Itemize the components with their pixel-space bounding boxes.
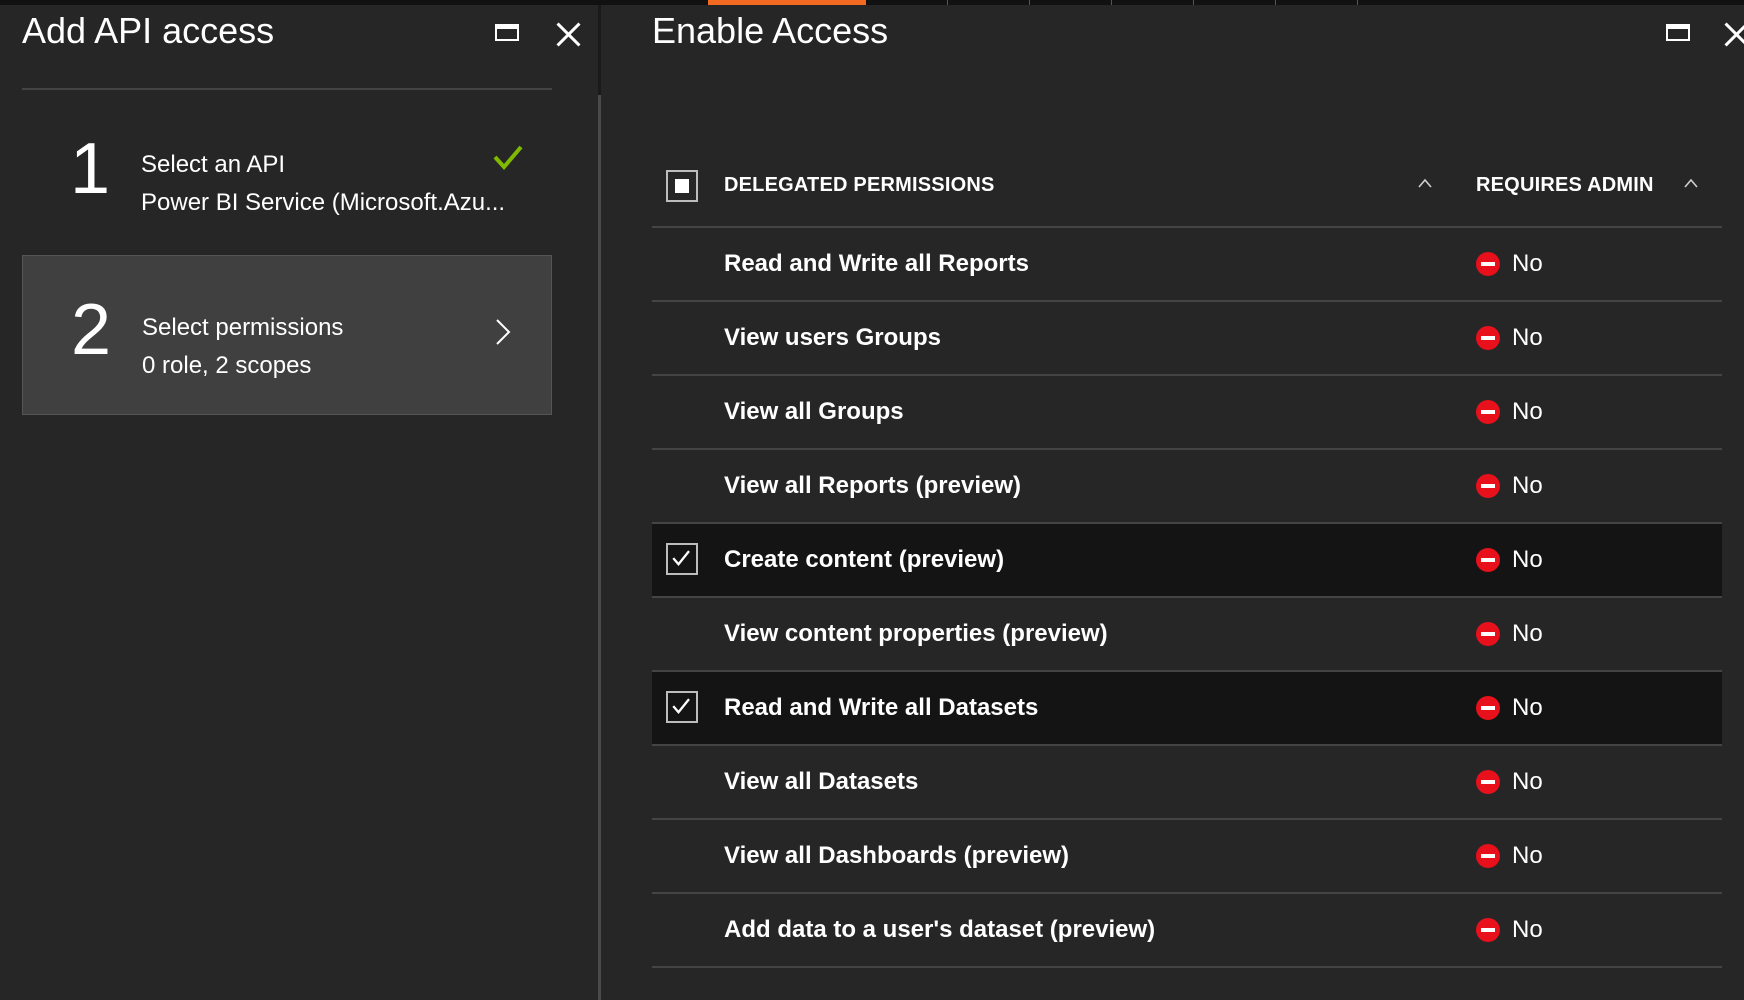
sort-ascending-icon[interactable] — [1684, 177, 1698, 191]
requires-admin-cell: No — [1476, 768, 1543, 796]
permission-label: Create content (preview) — [724, 546, 1005, 573]
column-header-permissions[interactable]: DELEGATED PERMISSIONS — [724, 174, 995, 197]
maximize-icon[interactable] — [495, 24, 519, 41]
blocked-icon — [1476, 770, 1500, 794]
step-select-api[interactable]: 1 Select an API Power BI Service (Micros… — [22, 95, 552, 255]
step-select-permissions[interactable]: 2 Select permissions 0 role, 2 scopes — [22, 255, 552, 415]
step-number: 1 — [70, 129, 111, 209]
requires-admin-cell: No — [1476, 916, 1543, 944]
close-icon[interactable] — [554, 20, 582, 48]
requires-admin-cell: No — [1476, 546, 1543, 574]
table-row[interactable]: View all Dashboards (preview) No — [652, 820, 1722, 894]
requires-admin-value: No — [1512, 694, 1543, 721]
requires-admin-value: No — [1512, 620, 1543, 647]
table-row[interactable]: View all Datasets No — [652, 746, 1722, 820]
sort-ascending-icon[interactable] — [1418, 177, 1432, 191]
requires-admin-cell: No — [1476, 250, 1543, 278]
permission-label: Read and Write all Datasets — [724, 694, 1039, 721]
permission-label: Read and Write all Reports — [724, 250, 1029, 277]
column-header-requires-admin[interactable]: REQUIRES ADMIN — [1476, 174, 1654, 197]
blocked-icon — [1476, 622, 1500, 646]
blade-title: Add API access — [22, 10, 275, 51]
requires-admin-cell: No — [1476, 398, 1543, 426]
blocked-icon — [1476, 326, 1500, 350]
row-checkbox-checked[interactable] — [666, 543, 698, 575]
requires-admin-cell: No — [1476, 324, 1543, 352]
checkmark-icon — [672, 550, 690, 567]
permission-label: View all Dashboards (preview) — [724, 842, 1070, 869]
step-number: 2 — [71, 290, 112, 370]
blocked-icon — [1476, 252, 1500, 276]
blocked-icon — [1476, 918, 1500, 942]
blocked-icon — [1476, 474, 1500, 498]
permission-label: View users Groups — [724, 324, 941, 351]
chevron-right-icon — [496, 319, 511, 345]
requires-admin-cell: No — [1476, 694, 1543, 722]
requires-admin-value: No — [1512, 250, 1543, 277]
requires-admin-value: No — [1512, 546, 1543, 573]
table-row[interactable]: Read and Write all Datasets No — [652, 672, 1722, 746]
step-title: Select an API — [141, 151, 286, 178]
step-subtitle: 0 role, 2 scopes — [142, 352, 312, 379]
select-all-checkbox[interactable] — [666, 170, 698, 202]
requires-admin-value: No — [1512, 916, 1543, 943]
table-row[interactable]: View content properties (preview) No — [652, 598, 1722, 672]
permission-label: View all Datasets — [724, 768, 919, 795]
permission-label: View all Reports (preview) — [724, 472, 1021, 499]
blade-title: Enable Access — [652, 10, 889, 51]
table-row[interactable]: View all Groups No — [652, 376, 1722, 450]
table-header: DELEGATED PERMISSIONS REQUIRES ADMIN — [652, 150, 1722, 228]
checkmark-icon — [493, 145, 523, 171]
step-title: Select permissions — [142, 314, 344, 341]
row-checkbox-checked[interactable] — [666, 691, 698, 723]
table-row[interactable]: View users Groups No — [652, 302, 1722, 376]
divider — [22, 88, 552, 90]
blocked-icon — [1476, 696, 1500, 720]
requires-admin-value: No — [1512, 472, 1543, 499]
table-row[interactable]: Add data to a user's dataset (preview) No — [652, 894, 1722, 968]
requires-admin-value: No — [1512, 842, 1543, 869]
permission-label: View content properties (preview) — [724, 620, 1108, 647]
checkmark-icon — [672, 698, 690, 715]
requires-admin-cell: No — [1476, 472, 1543, 500]
table-row[interactable]: Create content (preview) No — [652, 524, 1722, 598]
blocked-icon — [1476, 844, 1500, 868]
requires-admin-value: No — [1512, 768, 1543, 795]
step-subtitle: Power BI Service (Microsoft.Azu... — [141, 189, 506, 216]
table-row[interactable]: View all Reports (preview) No — [652, 450, 1722, 524]
requires-admin-cell: No — [1476, 842, 1543, 870]
requires-admin-value: No — [1512, 398, 1543, 425]
permissions-table: DELEGATED PERMISSIONS REQUIRES ADMIN Rea… — [652, 150, 1722, 968]
close-icon[interactable] — [1722, 20, 1744, 48]
permission-label: View all Groups — [724, 398, 904, 425]
requires-admin-value: No — [1512, 324, 1543, 351]
blocked-icon — [1476, 400, 1500, 424]
requires-admin-cell: No — [1476, 620, 1543, 648]
maximize-icon[interactable] — [1666, 24, 1690, 41]
table-row[interactable]: Read and Write all Reports No — [652, 228, 1722, 302]
blocked-icon — [1476, 548, 1500, 572]
permission-label: Add data to a user's dataset (preview) — [724, 916, 1156, 943]
